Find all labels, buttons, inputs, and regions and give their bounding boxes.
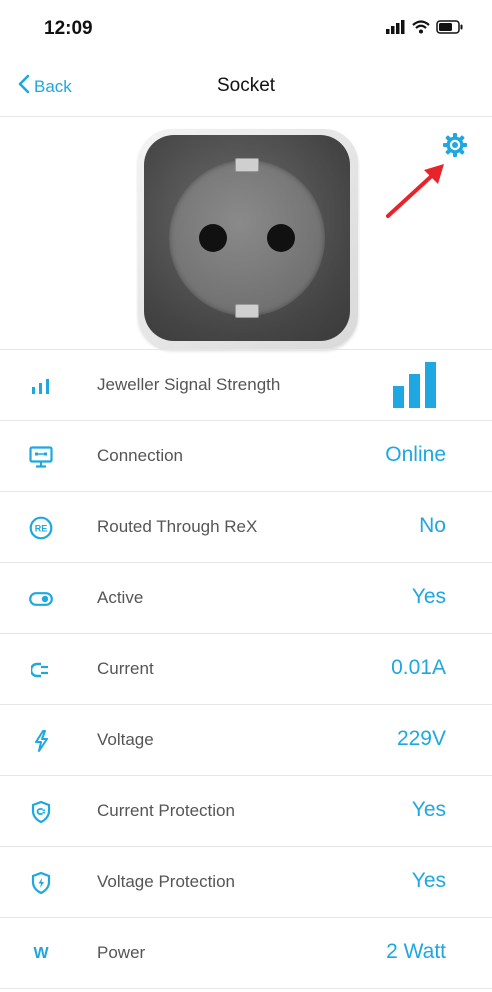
row-active[interactable]: Active Yes <box>0 563 492 634</box>
row-label: Voltage Protection <box>97 872 235 891</box>
status-icons <box>386 20 464 39</box>
toggle-icon <box>28 586 54 612</box>
row-label: Active <box>97 588 144 607</box>
socket-device-image <box>138 129 358 349</box>
row-label: Current <box>97 659 154 678</box>
status-bar: 12:09 <box>0 0 492 60</box>
power-icon: W <box>33 945 49 962</box>
row-voltage[interactable]: Voltage 229V <box>0 705 492 776</box>
row-current-protection[interactable]: Current Protection Yes <box>0 776 492 847</box>
row-routed-through-rex[interactable]: RE Routed Through ReX No <box>0 492 492 563</box>
battery-icon <box>436 20 464 39</box>
lightning-icon <box>28 728 54 754</box>
signal-strength-icon <box>28 373 54 399</box>
shield-current-icon <box>28 799 54 825</box>
rex-icon: RE <box>28 515 54 541</box>
row-label: Connection <box>97 446 184 465</box>
status-time: 12:09 <box>44 18 93 39</box>
row-label: Power <box>97 943 146 962</box>
navigation-bar: Back Socket <box>0 60 492 117</box>
row-power[interactable]: W Power 2 Watt <box>0 918 492 989</box>
settings-gear-icon[interactable] <box>442 132 468 158</box>
red-arrow-annotation <box>380 160 450 222</box>
wifi-icon <box>412 20 430 39</box>
row-label: Current Protection <box>97 801 235 820</box>
row-signal-strength[interactable]: Jeweller Signal Strength <box>0 350 492 421</box>
row-value: 2 Watt <box>386 940 446 963</box>
shield-voltage-icon <box>28 870 54 896</box>
row-current[interactable]: Current 0.01A <box>0 634 492 705</box>
cellular-signal-icon <box>386 20 406 39</box>
plug-icon <box>28 657 54 683</box>
row-connection[interactable]: Connection Online <box>0 421 492 492</box>
row-value: No <box>419 514 446 537</box>
device-hero <box>0 117 492 349</box>
device-info-list: Jeweller Signal Strength Connection Onli… <box>0 349 492 989</box>
row-voltage-protection[interactable]: Voltage Protection Yes <box>0 847 492 918</box>
row-value: 229V <box>396 727 446 750</box>
row-label: Jeweller Signal Strength <box>97 375 281 394</box>
row-label: Routed Through ReX <box>97 517 258 536</box>
row-value: Yes <box>411 798 446 821</box>
row-value: Online <box>385 443 446 466</box>
row-value: 0.01A <box>391 656 446 679</box>
row-label: Voltage <box>97 730 154 749</box>
connection-icon <box>28 444 54 470</box>
row-value: Yes <box>411 869 446 892</box>
page-title: Socket <box>216 75 276 96</box>
svg-text:RE: RE <box>35 524 48 534</box>
signal-strength-bars <box>393 362 436 408</box>
row-value: Yes <box>411 585 446 608</box>
